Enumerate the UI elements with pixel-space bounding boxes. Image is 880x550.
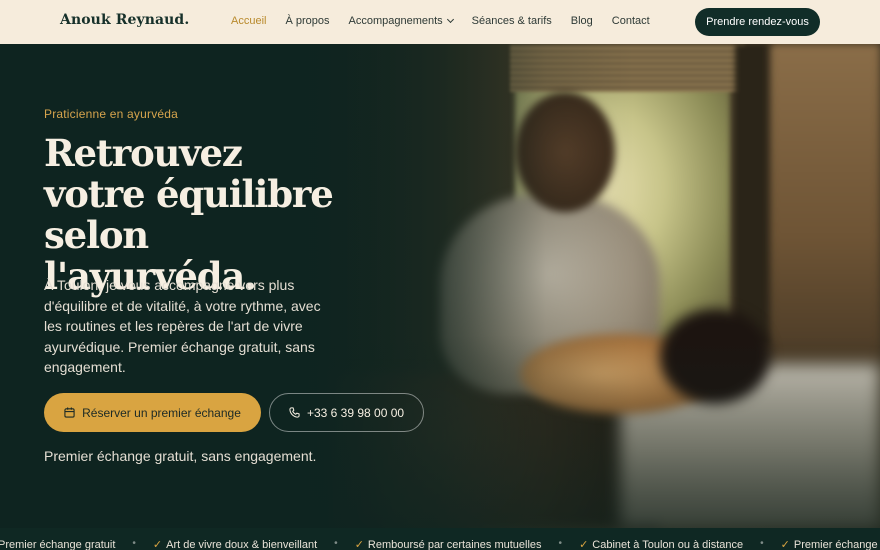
nav-contact[interactable]: Contact [612, 15, 650, 27]
nav-accueil[interactable]: Accueil [231, 15, 266, 27]
separator-dot: • [334, 538, 338, 549]
calendar-icon [64, 407, 75, 418]
hero-lead: À Toulon, je vous accompagne vers plus d… [44, 277, 321, 376]
chevron-down-icon [446, 15, 454, 24]
phone-button[interactable]: +33 6 39 98 00 00 [269, 393, 424, 432]
separator-dot: • [132, 538, 136, 549]
marquee-item: ✓ Remboursé par certaines mutuelles [355, 538, 542, 550]
main-nav: Accueil À propos Accompagnements Séances… [231, 15, 669, 27]
marquee-item: ✓Premier échange gratuit [781, 538, 880, 550]
nav-a-propos[interactable]: À propos [285, 15, 329, 27]
check-icon: ✓ [780, 539, 790, 550]
site-header: Anouk Reynaud. Accueil À propos Accompag… [0, 0, 880, 44]
marquee-item-label: Premier échange gratuit [0, 538, 116, 550]
benefits-marquee: Premier échange gratuit • ✓ Art de vivre … [0, 528, 880, 550]
brand-logo[interactable]: Anouk Reynaud. [60, 12, 189, 28]
nav-accompagnements[interactable]: Accompagnements [348, 15, 454, 27]
hero-note: Premier échange gratuit, sans engagement… [44, 448, 317, 464]
separator-dot: • [760, 538, 764, 549]
marquee-track: Premier échange gratuit • ✓ Art de vivre … [0, 538, 880, 550]
marquee-item-label: Premier échange gratuit [793, 538, 880, 550]
marquee-item-label: Remboursé par certaines mutuelles [367, 538, 542, 550]
reserve-first-exchange-button[interactable]: Réserver un premier échange [44, 393, 261, 432]
hero-eyebrow: Praticienne en ayurvéda [44, 107, 179, 121]
nav-seances-tarifs[interactable]: Séances & tarifs [472, 15, 552, 27]
nav-blog[interactable]: Blog [571, 15, 593, 27]
marquee-item: ✓ Art de vivre doux & bienveillant [153, 538, 317, 550]
hero-title: Retrouvez votre équilibre selon l'ayurvé… [44, 131, 334, 298]
marquee-item-label: Art de vivre doux & bienveillant [166, 538, 318, 550]
phone-icon [289, 407, 300, 418]
reserve-button-label: Réserver un premier échange [82, 405, 241, 420]
marquee-item: Premier échange gratuit [0, 538, 115, 550]
check-icon: ✓ [579, 539, 589, 550]
separator-dot: • [558, 538, 563, 549]
book-appointment-button[interactable]: Prendre rendez-vous [695, 8, 820, 36]
marquee-item-label: Cabinet à Toulon ou à distance [592, 538, 744, 550]
nav-accompagnements-label: Accompagnements [348, 15, 443, 27]
check-icon: ✓ [354, 539, 364, 550]
phone-button-label: +33 6 39 98 00 00 [306, 405, 405, 420]
marquee-item: ✓ Cabinet à Toulon ou à distance [579, 538, 743, 550]
check-icon: ✓ [152, 539, 163, 550]
